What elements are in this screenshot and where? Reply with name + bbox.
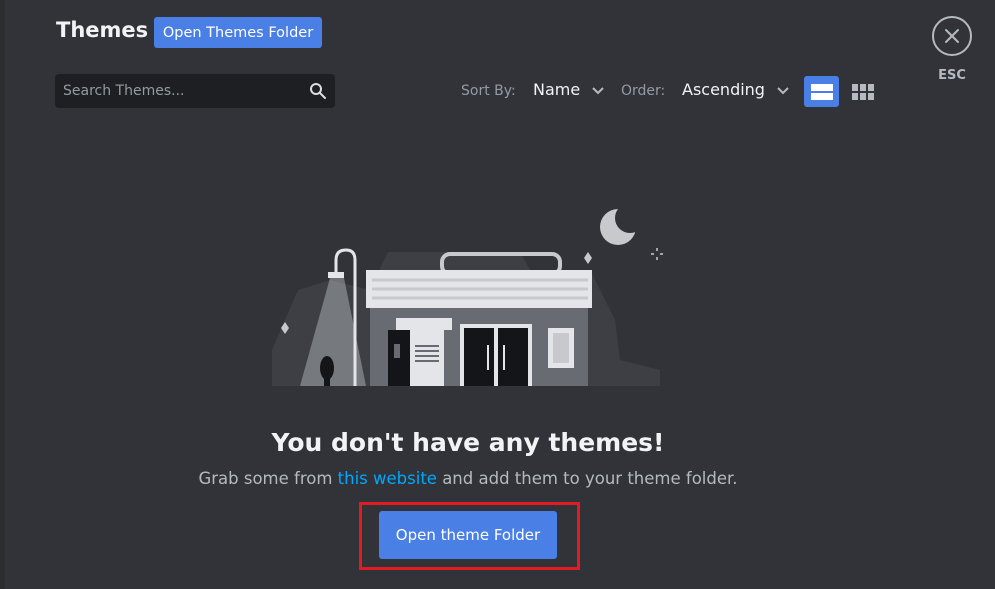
close-button[interactable] (932, 16, 972, 56)
empty-state-title: You don't have any themes! (271, 428, 665, 457)
empty-store-illustration (272, 203, 663, 386)
website-link[interactable]: this website (338, 469, 437, 488)
grid-view-icon (851, 83, 874, 100)
page-title: Themes (56, 18, 149, 42)
subtitle-text-after: and add them to your theme folder. (436, 469, 738, 488)
chevron-down-icon (777, 86, 789, 94)
close-icon (945, 29, 959, 43)
sort-by-dropdown[interactable]: Name (533, 80, 604, 99)
search-bar[interactable] (55, 74, 335, 108)
chevron-down-icon (592, 86, 604, 94)
sort-by-label: Sort By: (461, 83, 516, 99)
sort-by-value: Name (533, 80, 581, 99)
search-icon (310, 83, 326, 99)
subtitle-text-before: Grab some from (198, 469, 338, 488)
sidebar-edge (0, 0, 5, 589)
esc-label: ESC (938, 68, 966, 83)
list-view-icon (810, 83, 833, 100)
order-value: Ascending (682, 80, 765, 99)
order-label: Order: (621, 83, 666, 99)
open-theme-folder-button[interactable]: Open theme Folder (379, 511, 557, 559)
order-dropdown[interactable]: Ascending (682, 80, 789, 99)
close-control[interactable]: ESC (930, 16, 974, 83)
grid-view-button[interactable] (845, 76, 880, 107)
search-input[interactable] (55, 74, 303, 108)
open-themes-folder-button[interactable]: Open Themes Folder (154, 17, 322, 48)
empty-state-subtitle: Grab some from this website and add them… (0, 469, 936, 488)
list-view-button[interactable] (804, 76, 839, 107)
